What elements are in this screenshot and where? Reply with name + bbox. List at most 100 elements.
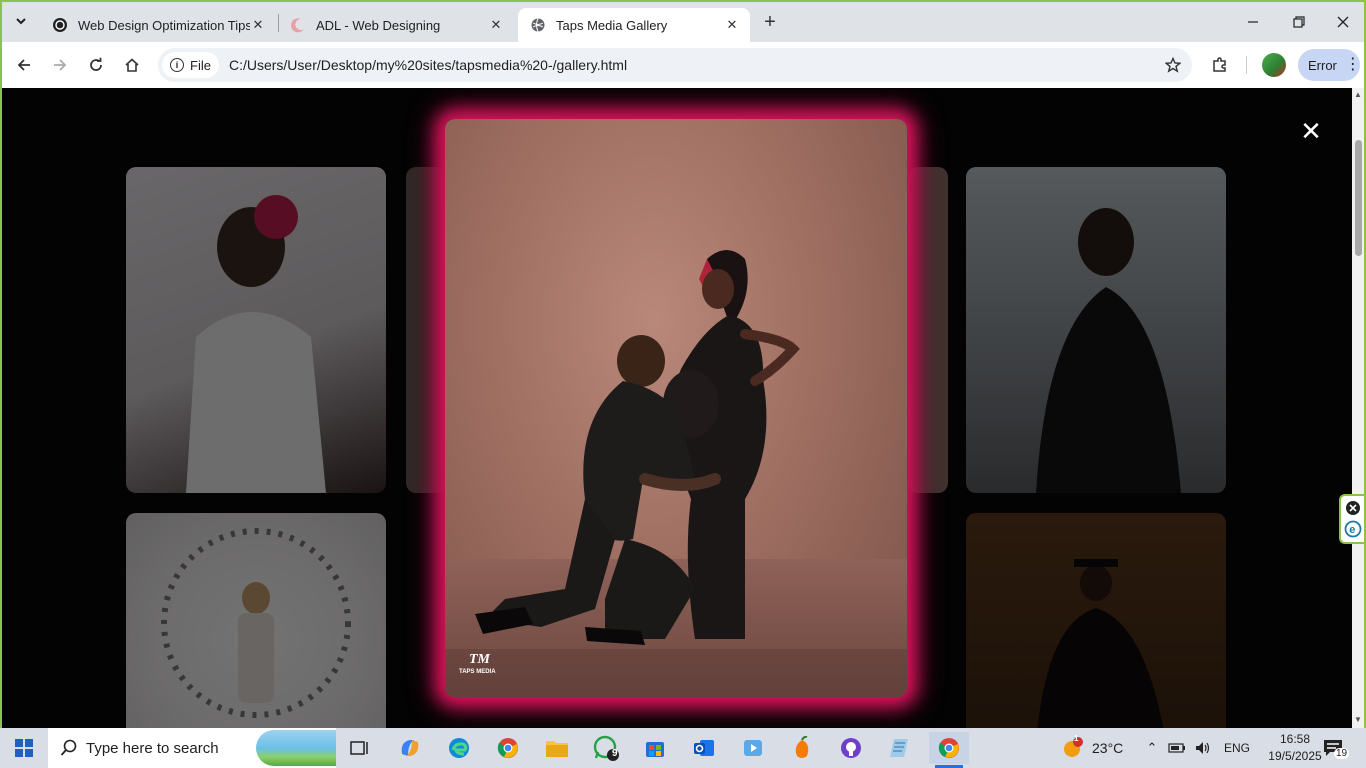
restore-button[interactable] — [1276, 2, 1322, 42]
address-bar[interactable]: i File C:/Users/User/Desktop/my%20sites/… — [158, 48, 1192, 82]
weather-temperature: 23°C — [1092, 740, 1124, 756]
browser-toolbar: i File C:/Users/User/Desktop/my%20sites/… — [2, 42, 1364, 88]
close-window-button[interactable] — [1320, 2, 1364, 42]
couple-maternity-photo: TM TAPS MEDIA — [445, 250, 907, 697]
arrow-left-icon — [17, 59, 30, 71]
tab-adl-web-designing[interactable]: ADL - Web Designing ✕ — [278, 8, 514, 42]
home-button[interactable] — [118, 51, 146, 79]
scheme-label: File — [190, 57, 211, 73]
volume-icon[interactable] — [1194, 740, 1212, 756]
tab-web-design-tips[interactable]: Web Design Optimization Tips ✕ — [40, 8, 276, 42]
whatsapp-app[interactable]: 9 — [586, 732, 626, 764]
close-icon — [1337, 16, 1349, 28]
home-icon — [125, 58, 139, 72]
tab-close-icon[interactable]: ✕ — [488, 17, 504, 33]
windows-logo-icon — [15, 739, 33, 757]
info-icon: i — [170, 58, 184, 72]
chevron-down-icon — [16, 18, 26, 25]
tab-title: Web Design Optimization Tips — [78, 17, 250, 33]
forward-button[interactable] — [46, 51, 74, 79]
page-scrollbar[interactable]: ▲ ▼ — [1352, 88, 1364, 728]
weather-widget[interactable]: 1 23°C — [1060, 728, 1123, 768]
chrome-icon — [497, 738, 518, 758]
puzzle-icon — [1213, 57, 1226, 72]
chrome-app-active[interactable] — [929, 732, 969, 768]
search-highlight-image — [256, 730, 336, 766]
language-indicator[interactable]: ENG — [1224, 741, 1250, 755]
microsoft-store-app[interactable] — [635, 732, 675, 764]
weather-sun-icon — [1064, 737, 1083, 757]
notes-app[interactable] — [880, 732, 920, 764]
lightbox-image: TM TAPS MEDIA — [445, 119, 907, 697]
tab-taps-media-gallery[interactable]: Taps Media Gallery ✕ — [518, 8, 750, 42]
copilot-icon — [401, 740, 419, 756]
start-button[interactable] — [0, 728, 48, 768]
extensions-button[interactable] — [1206, 51, 1234, 79]
scrollbar-thumb[interactable] — [1355, 140, 1362, 256]
taskbar-clock[interactable]: 16:58 19/5/2025 — [1268, 731, 1322, 765]
extension-e-icon[interactable]: e — [1344, 520, 1362, 538]
github-app[interactable] — [831, 732, 871, 764]
arrow-right-icon — [54, 59, 67, 71]
profile-avatar[interactable] — [1262, 53, 1286, 77]
edge-app[interactable] — [439, 732, 479, 764]
tab-close-icon[interactable]: ✕ — [250, 17, 266, 33]
weather-alert-count: 1 — [1074, 734, 1079, 743]
lightbox-close-button[interactable]: ✕ — [1296, 116, 1326, 146]
url-text[interactable]: C:/Users/User/Desktop/my%20sites/tapsmed… — [229, 57, 1158, 73]
minimize-button[interactable] — [1230, 2, 1276, 42]
store-icon — [646, 742, 664, 757]
chrome-app[interactable] — [488, 732, 528, 764]
watermark-sub: TAPS MEDIA — [459, 669, 496, 675]
close-circle-icon[interactable] — [1346, 501, 1360, 515]
notification-center-button[interactable]: 19 — [1322, 728, 1350, 768]
openai-icon — [52, 17, 68, 33]
page-viewport: TM TAPS MEDIA ✕ ▲ ▼ e — [2, 88, 1364, 728]
fruit-icon — [795, 736, 809, 758]
tab-search-button[interactable] — [8, 8, 34, 34]
scroll-down-arrow[interactable]: ▼ — [1354, 716, 1362, 724]
media-player-app[interactable] — [733, 732, 773, 764]
minimize-icon — [1248, 21, 1258, 23]
reload-button[interactable] — [82, 51, 110, 79]
fl-studio-app[interactable] — [782, 732, 822, 764]
taskbar-search[interactable]: Type here to search — [48, 728, 336, 768]
globe-icon — [530, 17, 546, 33]
new-tab-button[interactable]: + — [758, 10, 782, 34]
clock-time: 16:58 — [1279, 732, 1311, 746]
outlook-app[interactable] — [684, 732, 724, 764]
star-icon — [1165, 57, 1181, 73]
reload-icon — [90, 57, 102, 71]
profile-error-button[interactable]: Error ⋮ — [1298, 49, 1361, 81]
media-player-icon — [744, 740, 762, 756]
close-icon: ✕ — [1300, 115, 1322, 146]
tab-title: Taps Media Gallery — [556, 17, 668, 33]
outlook-icon — [694, 740, 714, 756]
watermark: TM — [469, 652, 491, 667]
bookmark-button[interactable] — [1158, 50, 1188, 80]
task-view-button[interactable] — [340, 732, 380, 764]
github-icon — [841, 738, 861, 758]
tab-strip: Web Design Optimization Tips ✕ ADL - Web… — [2, 2, 1364, 42]
chrome-icon — [938, 738, 959, 758]
browser-window: Web Design Optimization Tips ✕ ADL - Web… — [0, 0, 1366, 728]
back-button[interactable] — [10, 51, 38, 79]
chevron-up-icon[interactable]: ⌃ — [1144, 740, 1160, 756]
plus-icon: + — [764, 10, 776, 33]
system-tray: ⌃ ENG — [1144, 728, 1250, 768]
more-menu-icon[interactable]: ⋮ — [1345, 57, 1361, 73]
folder-icon — [546, 741, 568, 757]
svg-text:e: e — [1349, 524, 1355, 536]
search-icon — [60, 739, 77, 756]
scroll-up-arrow[interactable]: ▲ — [1354, 91, 1362, 99]
site-info-chip[interactable]: i File — [162, 52, 219, 78]
task-view-icon — [350, 741, 368, 755]
toolbar-divider — [1246, 56, 1247, 74]
file-explorer-app[interactable] — [537, 732, 577, 764]
tab-close-icon[interactable]: ✕ — [724, 17, 740, 33]
copilot-app[interactable] — [390, 732, 430, 764]
moon-icon — [290, 17, 306, 33]
search-placeholder: Type here to search — [86, 739, 219, 757]
battery-icon[interactable] — [1168, 742, 1186, 754]
whatsapp-badge: 9 — [612, 748, 618, 759]
